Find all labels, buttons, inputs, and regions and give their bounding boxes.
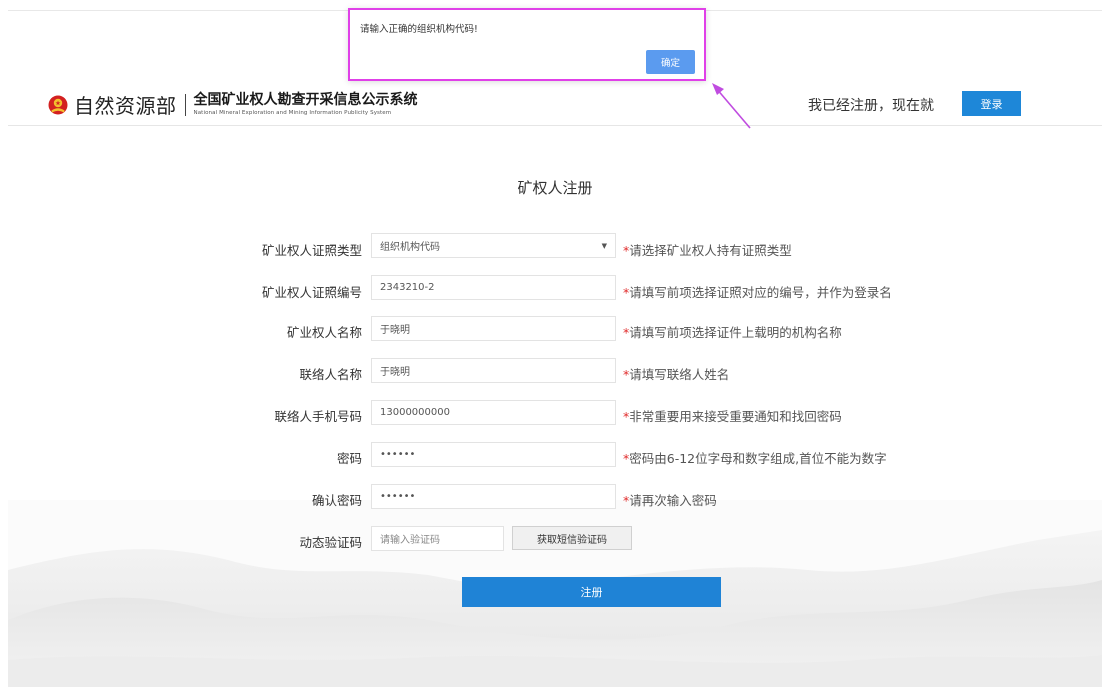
contact-name-hint: *请填写联络人姓名 [623,364,729,383]
site-logo[interactable]: 自然资源部 全国矿业权人勘查开采信息公示系统 National Mineral … [48,90,418,119]
owner-name-label: 矿业权人名称 [286,325,362,340]
license-number-input[interactable]: 2343210-2 [371,275,616,300]
license-number-hint: *请填写前项选择证照对应的编号，并作为登录名 [623,282,892,301]
owner-name-hint: *请填写前项选择证件上载明的机构名称 [623,322,842,341]
register-button[interactable]: 注册 [462,577,721,607]
captcha-placeholder: 请输入验证码 [380,535,440,546]
hint-text: 请再次输入密码 [629,493,717,508]
national-emblem-icon [48,95,68,114]
confirm-password-input[interactable]: •••••• [371,484,616,509]
confirm-password-hint: *请再次输入密码 [623,490,717,509]
annotation-arrow-icon [712,83,751,129]
contact-phone-value: 13000000000 [380,407,450,418]
contact-name-value: 于晓明 [380,367,410,378]
system-title: 全国矿业权人勘查开采信息公示系统 National Mineral Explor… [194,93,418,117]
contact-phone-hint: *非常重要用来接受重要通知和找回密码 [623,406,842,425]
contact-name-input[interactable]: 于晓明 [371,358,616,383]
owner-name-input[interactable]: 于晓明 [371,316,616,341]
owner-name-value: 于晓明 [380,325,410,336]
registration-page: 自然资源部 全国矿业权人勘查开采信息公示系统 National Mineral … [0,0,1110,687]
hint-text: 请填写联络人姓名 [629,367,730,382]
hint-text: 请选择矿业权人持有证照类型 [629,243,792,258]
login-button[interactable]: 登录 [962,91,1021,116]
confirm-button[interactable]: 确定 [646,50,695,74]
confirm-password-value: •••••• [380,491,416,502]
password-hint: *密码由6-12位字母和数字组成,首位不能为数字 [623,448,887,467]
captcha-label: 动态验证码 [299,535,362,550]
already-registered-text: 我已经注册，现在就 [808,98,934,114]
alert-message: 请输入正确的组织机构代码! [360,24,478,35]
contact-phone-label: 联络人手机号码 [274,409,362,424]
hint-text: 密码由6-12位字母和数字组成,首位不能为数字 [629,451,887,466]
license-number-label: 矿业权人证照编号 [261,285,362,300]
contact-name-label: 联络人名称 [299,367,362,382]
confirm-password-label: 确认密码 [311,493,362,508]
alert-dialog: 请输入正确的组织机构代码! 确定 [348,8,706,81]
system-name-en: National Mineral Exploration and Mining … [193,109,392,116]
password-label: 密码 [336,451,362,466]
password-value: •••••• [380,449,416,460]
hint-text: 非常重要用来接受重要通知和找回密码 [629,409,842,424]
license-type-value: 组织机构代码 [380,242,440,253]
license-type-hint: *请选择矿业权人持有证照类型 [623,240,792,259]
logo-separator [184,93,186,116]
page-title: 矿权人注册 [517,179,593,197]
license-type-label: 矿业权人证照类型 [261,243,362,258]
license-type-select[interactable]: 组织机构代码 ▼ [371,233,616,258]
captcha-input[interactable]: 请输入验证码 [371,526,504,551]
system-name: 全国矿业权人勘查开采信息公示系统 [193,91,418,108]
chevron-down-icon: ▼ [601,241,607,250]
hint-text: 请填写前项选择证件上载明的机构名称 [629,325,842,340]
contact-phone-input[interactable]: 13000000000 [371,400,616,425]
license-number-value: 2343210-2 [380,282,435,293]
ministry-name: 自然资源部 [74,94,177,118]
hint-text: 请填写前项选择证照对应的编号，并作为登录名 [629,285,892,300]
password-input[interactable]: •••••• [371,442,616,467]
get-sms-code-button[interactable]: 获取短信验证码 [512,526,632,550]
header-divider [8,125,1102,126]
